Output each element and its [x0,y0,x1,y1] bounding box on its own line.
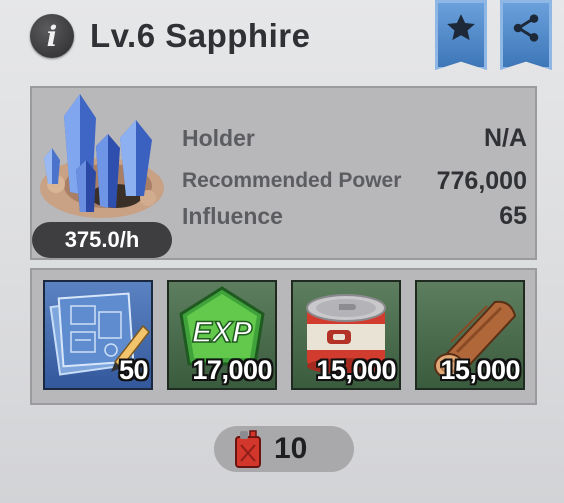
fuel-can-icon [235,430,261,468]
svg-text:EXP: EXP [192,316,253,349]
fuel-cost-badge: 10 [214,426,354,472]
stat-row-recommended-power: Recommended Power 776,000 [182,164,527,198]
reward-amount: 15,000 [316,355,396,385]
stat-value: 65 [499,201,527,230]
stat-row-influence: Influence 65 [182,199,527,233]
fuel-cost-amount: 10 [274,432,308,465]
reward-item-wood[interactable]: 15,000 [415,280,525,390]
share-button[interactable] [500,0,552,70]
reward-item-exp[interactable]: EXP 17,000 [167,280,277,390]
stat-row-holder: Holder N/A [182,121,527,155]
share-icon [513,14,539,42]
reward-amount: 50 [118,355,149,385]
stat-value: N/A [483,123,527,152]
info-icon[interactable]: i [30,14,74,58]
reward-amount: 17,000 [192,355,272,385]
reward-item-canned-food[interactable]: 15,000 [291,280,401,390]
production-rate-badge: 375.0/h [32,222,172,258]
stat-value: 776,000 [436,166,527,195]
sapphire-crystal-icon [40,94,164,218]
page-title: Lv.6 Sapphire [90,17,311,54]
favorite-button[interactable] [435,0,487,70]
stat-label: Influence [182,202,283,229]
reward-amount: 15,000 [440,355,520,385]
stat-label: Recommended Power [182,169,402,192]
stat-label: Holder [182,124,255,151]
reward-item-blueprint[interactable]: 50 [43,280,153,390]
star-icon [447,14,475,41]
